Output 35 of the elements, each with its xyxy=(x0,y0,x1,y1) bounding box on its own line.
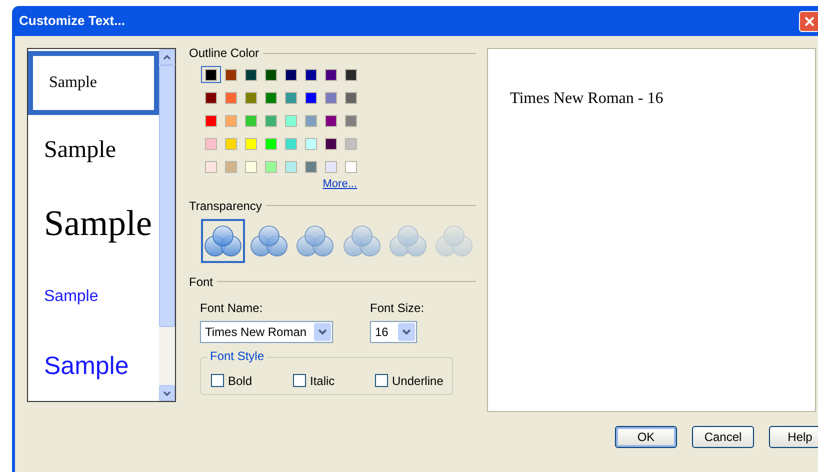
section-label: Font xyxy=(189,274,214,290)
scrollbar[interactable] xyxy=(159,49,175,401)
field-label: Font Size: xyxy=(370,300,424,316)
window-title: Customize Text... xyxy=(19,12,125,30)
chevron-down-icon xyxy=(163,390,171,396)
checkbox[interactable] xyxy=(375,374,388,387)
chevron-down-icon xyxy=(402,328,411,334)
chevron-down-icon xyxy=(318,328,327,334)
checkbox-option[interactable]: Bold xyxy=(211,372,283,390)
dialog-button[interactable]: Help xyxy=(769,426,818,448)
sample-item[interactable]: Sample xyxy=(28,333,159,401)
color-swatch[interactable] xyxy=(201,66,221,83)
section-label: Outline Color xyxy=(189,45,260,62)
sample-item[interactable]: Sample xyxy=(28,261,159,333)
sample-item[interactable]: Sample xyxy=(28,51,159,115)
checkbox[interactable] xyxy=(211,374,224,387)
dialog-button[interactable]: Cancel xyxy=(692,426,754,448)
preview-text: Times New Roman - 16 xyxy=(510,90,664,107)
close-button[interactable] xyxy=(799,10,818,32)
dialog-button[interactable]: OK xyxy=(615,426,677,448)
checkbox-option[interactable]: Italic xyxy=(293,372,365,390)
chevron-up-icon xyxy=(163,54,171,60)
sample-item[interactable]: Sample xyxy=(28,115,159,185)
field-label: Font Name: xyxy=(200,300,264,316)
scroll-thumb[interactable] xyxy=(159,65,175,327)
group-label: Font Style xyxy=(208,350,266,362)
font-size-dropdown[interactable]: 16 xyxy=(370,320,417,342)
checkbox[interactable] xyxy=(293,374,306,387)
font-name-dropdown[interactable]: Times New Roman xyxy=(200,320,333,342)
close-icon xyxy=(804,16,815,26)
more-colors-link[interactable]: More... xyxy=(322,176,357,192)
sample-item[interactable]: Sample xyxy=(28,185,159,261)
section-label: Transparency xyxy=(189,198,262,214)
checkbox-option[interactable]: Underline xyxy=(375,372,447,390)
transparency-option[interactable] xyxy=(201,218,246,262)
